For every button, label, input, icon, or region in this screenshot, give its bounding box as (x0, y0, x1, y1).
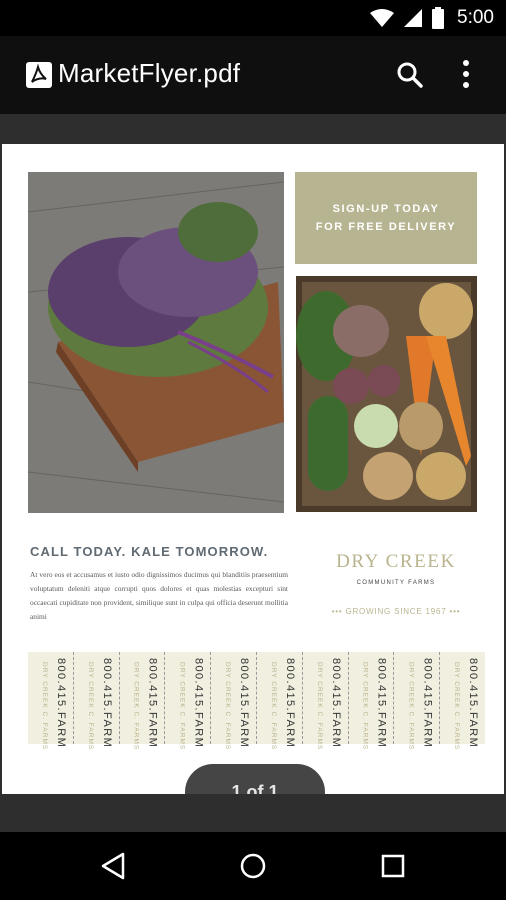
more-vert-icon (463, 60, 469, 88)
back-triangle-icon (101, 852, 125, 880)
tear-tab-phone: 800.415.FARM (192, 658, 205, 749)
tear-tab-phone: 800.415.FARM (329, 658, 342, 749)
recent-apps-button[interactable] (381, 854, 405, 878)
wifi-icon (370, 9, 395, 27)
tear-tab-farm-name: DRY CREEK C. FARMS (315, 662, 323, 751)
pdf-viewer[interactable]: SIGN-UP TODAY FOR FREE DELIVERY CALL TOD… (0, 114, 506, 832)
tear-tab-farm-name: DRY CREEK C. FARMS (453, 662, 461, 751)
tear-tab-phone: 800.415.FARM (238, 658, 251, 749)
tear-tab-farm-name: DRY CREEK C. FARMS (361, 662, 369, 751)
back-button[interactable] (100, 852, 126, 880)
navigation-bar (0, 832, 506, 900)
tear-tab-farm-name: DRY CREEK C. FARMS (224, 662, 232, 751)
tear-tab-farm-name: DRY CREEK C. FARMS (269, 662, 277, 751)
tear-tab: DRY CREEK C. FARMS 800.415.FARM (440, 652, 485, 750)
brand-name: DRY CREEK (336, 551, 456, 572)
status-bar: 5:00 (0, 0, 506, 36)
pdf-page[interactable]: SIGN-UP TODAY FOR FREE DELIVERY CALL TOD… (2, 144, 504, 794)
brand-tagline: ••• GROWING SINCE 1967 ••• (331, 607, 461, 616)
tear-tab-phone: 800.415.FARM (146, 658, 159, 749)
pdf-file-icon (26, 62, 52, 88)
tear-tab-farm-name: DRY CREEK C. FARMS (407, 662, 415, 751)
home-circle-icon (240, 853, 266, 879)
kale-photo (28, 172, 284, 513)
tear-tab-phone: 800.415.FARM (55, 658, 67, 749)
tear-tab: DRY CREEK C. FARMS 800.415.FARM (74, 652, 120, 750)
document-title: MarketFlyer.pdf (58, 58, 241, 88)
tear-tab-phone: 800.415.FARM (100, 658, 113, 749)
tear-tab-farm-name: DRY CREEK C. FARMS (41, 662, 48, 751)
tear-tab: DRY CREEK C. FARMS 800.415.FARM (211, 652, 257, 750)
page-indicator: 1 of 1 (185, 764, 325, 794)
tear-tab-farm-name: DRY CREEK C. FARMS (132, 662, 140, 751)
status-icons: 5:00 (369, 6, 494, 30)
status-time: 5:00 (457, 7, 494, 28)
tear-tab-phone: 800.415.FARM (467, 658, 480, 749)
app-bar: MarketFlyer.pdf (0, 36, 506, 114)
promo-line-1: SIGN-UP TODAY (332, 203, 440, 215)
search-icon (397, 62, 423, 88)
tear-tab: DRY CREEK C. FARMS 800.415.FARM (165, 652, 212, 750)
tear-tab: DRY CREEK C. FARMS 800.415.FARM (303, 652, 349, 750)
tear-tab-phone: 800.415.FARM (375, 658, 388, 749)
tear-tab: DRY CREEK C. FARMS 800.415.FARM (394, 652, 441, 750)
flyer-body-text: At vero eos et accusamus et iusto odio d… (30, 570, 288, 621)
tear-tab: DRY CREEK C. FARMS 800.415.FARM (120, 652, 166, 750)
tear-off-tabs: DRY CREEK C. FARMS 800.415.FARM DRY CREEK … (28, 652, 485, 750)
flyer-headline: CALL TODAY. KALE TOMORROW. (30, 544, 269, 559)
promo-line-2: FOR FREE DELIVERY (315, 221, 457, 233)
brand-subtitle: COMMUNITY FARMS (356, 580, 436, 586)
tear-tab-phone: 800.415.FARM (421, 658, 434, 749)
overflow-menu-button[interactable] (452, 59, 480, 91)
search-button[interactable] (394, 59, 426, 91)
vegetables-photo (296, 276, 477, 512)
tear-tab-phone: 800.415.FARM (283, 658, 296, 749)
cell-signal-icon (404, 9, 423, 27)
tear-tab: DRY CREEK C. FARMS 800.415.FARM (349, 652, 395, 750)
recent-square-icon (381, 854, 405, 878)
promo-banner: SIGN-UP TODAY FOR FREE DELIVERY (295, 172, 477, 264)
battery-icon (432, 7, 445, 29)
tear-tab: DRY CREEK C. FARMS 800.415.FARM (28, 652, 74, 750)
tear-tab-farm-name: DRY CREEK C. FARMS (178, 662, 186, 751)
tear-tab-farm-name: DRY CREEK C. FARMS (86, 662, 94, 751)
tear-tab: DRY CREEK C. FARMS 800.415.FARM (257, 652, 303, 750)
home-button[interactable] (240, 853, 266, 879)
